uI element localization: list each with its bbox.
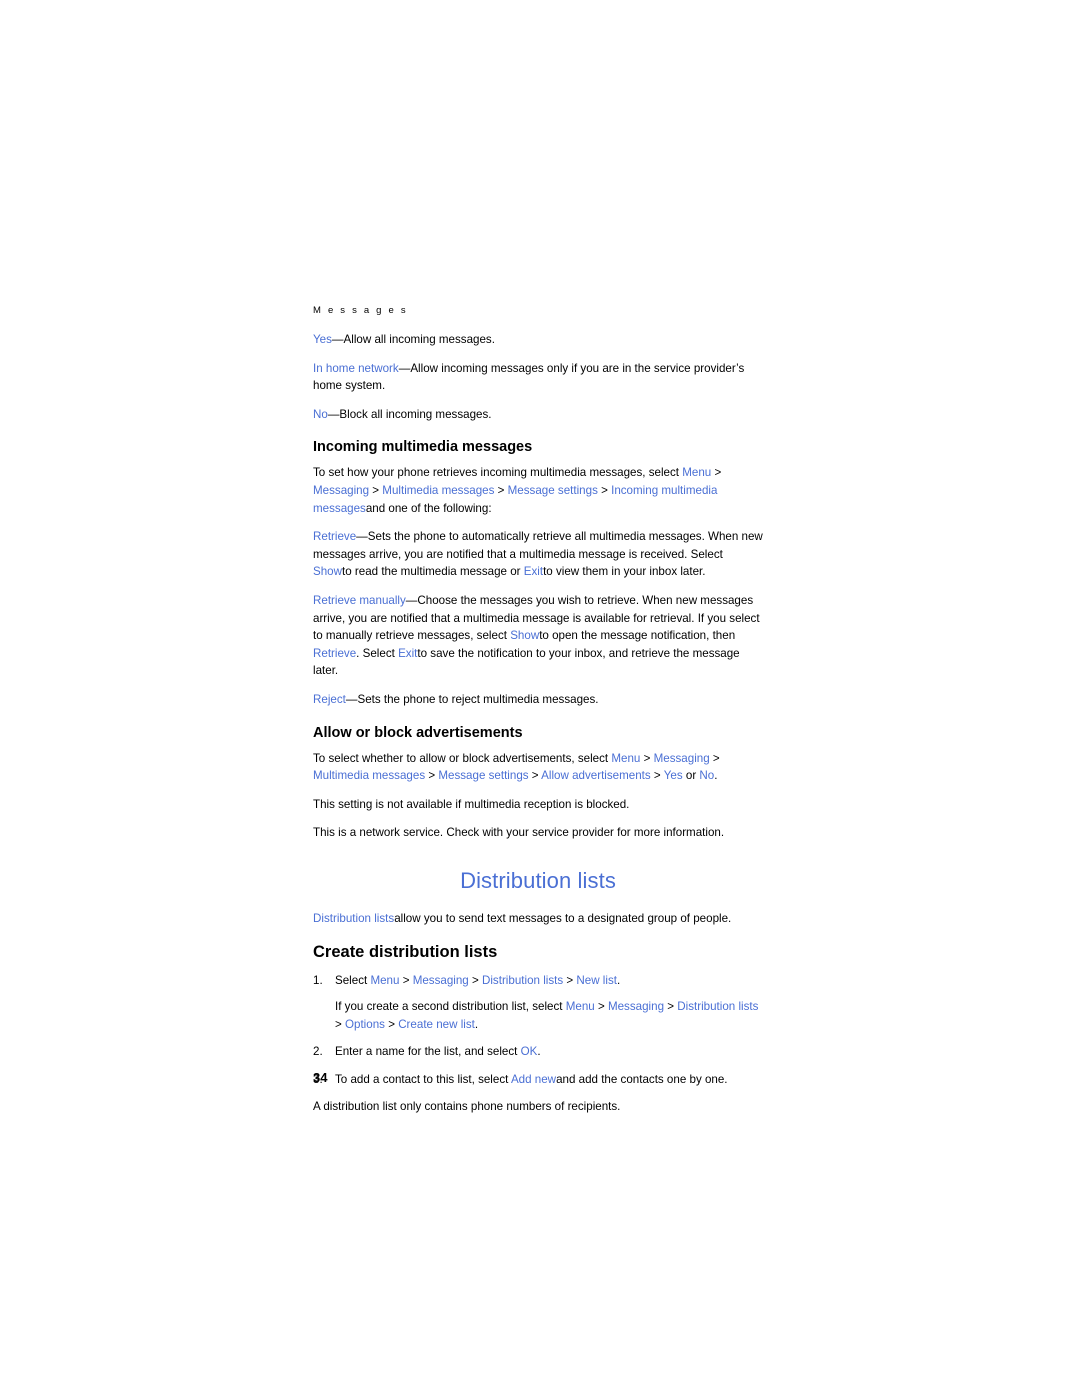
option-no: No — [699, 769, 715, 783]
path-options: Options — [345, 1017, 385, 1031]
running-head: M e s s a g e s — [313, 305, 408, 316]
list-item: 3. To add a contact to this list, select… — [313, 1071, 763, 1089]
step-1-subnote: If you create a second distribution list… — [335, 998, 763, 1033]
text-retrieve-2: to read the multimedia message or — [342, 565, 524, 579]
path-messaging-2: Messaging — [653, 751, 710, 765]
text-yes-rest: —Allow all incoming messages. — [331, 333, 495, 346]
sep: > — [528, 769, 542, 783]
paragraph-in-home-network: In home network—Allow incoming messages … — [313, 360, 763, 395]
step-3-pre: To add a contact to this list, select — [335, 1072, 511, 1086]
paragraph-retrieve: Retrieve—Sets the phone to automatically… — [313, 528, 763, 581]
term-show-2: Show — [510, 629, 540, 643]
path-menu: Menu — [682, 466, 712, 480]
path-messaging-3: Messaging — [412, 974, 469, 988]
text-rm-2: to open the message notification, then — [539, 629, 736, 643]
sep: > — [399, 974, 413, 988]
paragraph-yes-allow: Yes—Allow all incoming messages. — [313, 331, 763, 349]
term-reject: Reject — [313, 692, 346, 706]
term-retrieve-2: Retrieve — [313, 646, 357, 660]
paragraph-ad-note-1: This setting is not available if multime… — [313, 797, 630, 811]
term-yes: Yes — [313, 333, 332, 346]
text-ad-pre: To select whether to allow or block adve… — [313, 751, 612, 765]
step-3-post: and add the contacts one by one. — [556, 1072, 728, 1086]
sep: > — [384, 1017, 399, 1031]
text-intro-post: and one of the following: — [365, 501, 492, 515]
paragraph-ad-note-2: This is a network service. Check with yo… — [313, 826, 725, 840]
term-add-new: Add new — [510, 1072, 557, 1086]
steps-list: 1. Select Menu > Messaging > Distributio… — [313, 972, 763, 1088]
list-item: 1. Select Menu > Messaging > Distributio… — [313, 972, 763, 1033]
period: . — [616, 974, 621, 988]
page-number: 34 — [313, 1070, 328, 1085]
path-multimedia-messages-2: Multimedia messages — [313, 769, 426, 783]
path-distribution-lists: Distribution lists — [481, 974, 564, 988]
heading-allow-or-block-advertisements: Allow or block advertisements — [313, 724, 523, 741]
sep: > — [597, 483, 612, 497]
sep: > — [563, 974, 577, 988]
path-messaging: Messaging — [313, 483, 370, 497]
path-multimedia-messages: Multimedia messages — [382, 483, 495, 497]
sep: > — [594, 1000, 608, 1014]
page-content: M e s s a g e s Yes—Allow all incoming m… — [313, 305, 763, 1127]
sep: > — [664, 1000, 678, 1014]
term-retrieve: Retrieve — [313, 530, 357, 544]
text-or-word: or — [685, 769, 697, 783]
text-reject: —Sets the phone to reject multimedia mes… — [345, 692, 599, 706]
path-new-list: New list — [576, 974, 617, 988]
period: . — [474, 1017, 479, 1031]
term-ok: OK — [520, 1045, 538, 1059]
term-retrieve-manually: Retrieve manually — [313, 593, 406, 607]
document-page: M e s s a g e s Yes—Allow all incoming m… — [0, 0, 1080, 1397]
text-retrieve-1: —Sets the phone to automatically retriev… — [313, 530, 763, 561]
text-distribution-intro: allow you to send text messages to a des… — [394, 911, 732, 925]
paragraph-no-block: No—Block all incoming messages. — [313, 406, 763, 424]
term-distribution-lists: Distribution lists — [313, 911, 395, 925]
term-exit-2: Exit — [398, 646, 418, 660]
heading-incoming-multimedia-messages: Incoming multimedia messages — [313, 439, 533, 456]
paragraph-reject: Reject—Sets the phone to reject multimed… — [313, 691, 763, 709]
step-1-sub-pre: If you create a second distribution list… — [335, 1000, 566, 1014]
step-number-1: 1. — [313, 974, 323, 988]
period: . — [714, 769, 718, 783]
step-number-2: 2. — [313, 1045, 323, 1059]
paragraph-footer-note: A distribution list only contains phone … — [313, 1100, 621, 1114]
heading-create-distribution-lists: Create distribution lists — [313, 943, 498, 962]
sep: > — [335, 1017, 345, 1031]
path-distribution-lists-2: Distribution lists — [677, 1000, 759, 1014]
sep: > — [709, 751, 720, 765]
path-messaging-4: Messaging — [607, 1000, 665, 1014]
option-yes: Yes — [663, 769, 683, 783]
path-menu-2: Menu — [611, 751, 641, 765]
list-item: 2. Enter a name for the list, and select… — [313, 1043, 763, 1061]
section-title-distribution-lists: Distribution lists — [460, 867, 616, 893]
sep: > — [494, 483, 508, 497]
paragraph-distribution-intro: Distribution listsallow you to send text… — [313, 910, 763, 928]
sep: > — [468, 974, 482, 988]
path-message-settings-2: Message settings — [438, 769, 529, 783]
term-show: Show — [313, 565, 343, 579]
step-2-pre: Enter a name for the list, and select — [335, 1045, 521, 1059]
term-in-home-network: In home network — [313, 361, 399, 375]
paragraph-retrieve-manually: Retrieve manually—Choose the messages yo… — [313, 592, 763, 680]
term-no: No — [313, 407, 328, 421]
sep: > — [425, 769, 439, 783]
path-menu-4: Menu — [565, 1000, 595, 1014]
path-menu-3: Menu — [370, 974, 400, 988]
text-retrieve-3: to view them in your inbox later. — [543, 565, 706, 579]
text-no-rest: —Block all incoming messages. — [327, 407, 492, 421]
sep: > — [650, 769, 664, 783]
path-allow-advertisements: Allow advertisements — [541, 769, 651, 783]
sep: > — [711, 466, 722, 480]
period: . — [537, 1045, 541, 1059]
text-intro-pre: To set how your phone retrieves incoming… — [313, 466, 683, 480]
sep: > — [369, 483, 383, 497]
paragraph-incoming-intro: To set how your phone retrieves incoming… — [313, 464, 763, 517]
step-1-pre: Select — [335, 974, 371, 988]
text-rm-3: . Select — [356, 646, 399, 660]
path-create-new-list: Create new list — [398, 1017, 475, 1031]
sep: > — [640, 751, 654, 765]
paragraph-advertisements-intro: To select whether to allow or block adve… — [313, 750, 763, 785]
term-exit: Exit — [523, 565, 544, 579]
path-message-settings: Message settings — [507, 483, 598, 497]
